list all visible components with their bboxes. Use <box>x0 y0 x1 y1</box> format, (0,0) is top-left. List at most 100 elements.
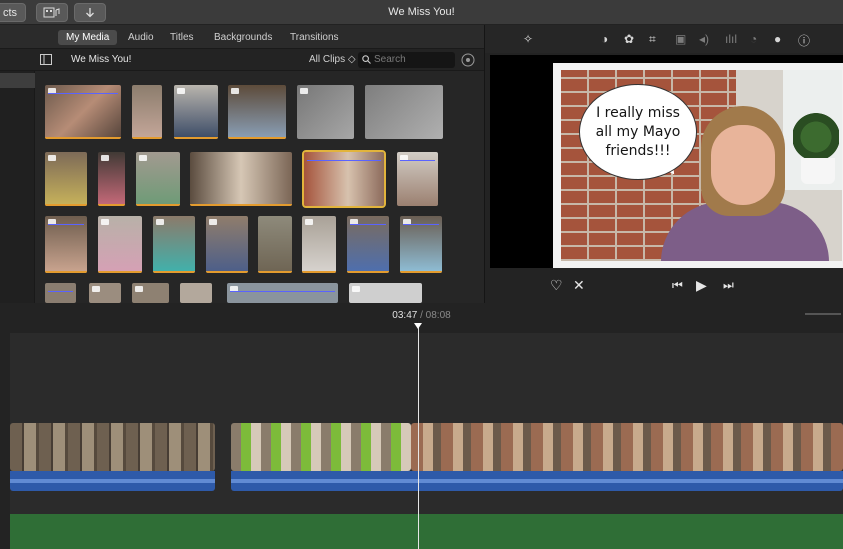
media-thumbnail[interactable] <box>227 283 338 303</box>
media-thumbnail[interactable] <box>228 85 286 139</box>
color-balance-icon[interactable]: ◑ <box>601 32 608 46</box>
speech-bubble: I really miss all my Mayo friends!!! <box>579 84 697 180</box>
clip-marker-line <box>48 291 73 292</box>
tab-titles[interactable]: Titles <box>162 30 202 45</box>
media-thumbnail[interactable] <box>349 283 422 303</box>
media-thumbnail[interactable] <box>400 216 442 273</box>
camera-icon <box>135 286 143 292</box>
media-thumbnail[interactable] <box>45 152 87 206</box>
clip-filter-dropdown[interactable]: All Clips ◇ <box>309 54 356 65</box>
used-clip-bar <box>45 137 121 139</box>
info-icon[interactable]: ⓘ <box>798 32 810 49</box>
preview-photo: I really miss all my Mayo friends!!! <box>561 70 842 261</box>
camera-icon <box>305 219 313 225</box>
media-thumbnail[interactable] <box>302 216 336 273</box>
play-icon[interactable]: ▶ <box>696 277 707 294</box>
reject-icon[interactable]: ✕ <box>573 277 585 294</box>
viewer-toolbar: ✧ ◑ ✿ ⌗ ▣ ◂) ılıl ◔ ● ⓘ <box>485 25 843 53</box>
media-thumbnail[interactable] <box>89 283 121 303</box>
clip-marker-line <box>48 93 118 94</box>
camera-icon <box>139 155 147 161</box>
camera-icon <box>231 88 239 94</box>
clip-marker-line <box>230 291 335 292</box>
library-selected-item[interactable] <box>0 73 35 88</box>
media-thumbnail[interactable] <box>258 216 292 273</box>
used-clip-bar <box>45 204 87 206</box>
browser-tabs: My Media Audio Titles Backgrounds Transi… <box>0 25 484 49</box>
search-input[interactable]: Search <box>358 52 455 68</box>
title-bar: cts We Miss You! <box>0 0 843 25</box>
used-clip-bar <box>190 204 292 206</box>
clip-marker-line <box>403 224 439 225</box>
camera-icon <box>101 219 109 225</box>
used-clip-bar <box>228 137 286 139</box>
tab-audio[interactable]: Audio <box>120 30 162 45</box>
media-thumbnail[interactable] <box>98 152 125 206</box>
media-thumbnail[interactable] <box>98 216 142 273</box>
crop-icon[interactable]: ⌗ <box>649 32 656 47</box>
heart-icon[interactable]: ♡ <box>550 277 563 294</box>
project-name: We Miss You! <box>71 54 132 65</box>
sidebar-toggle-icon[interactable] <box>40 54 52 65</box>
used-clip-bar <box>153 271 195 273</box>
playhead[interactable] <box>418 325 419 549</box>
video-clip[interactable] <box>10 423 215 471</box>
media-thumbnail[interactable] <box>45 283 76 303</box>
media-thumbnail[interactable] <box>190 152 292 206</box>
camera-icon <box>48 155 56 161</box>
media-thumbnail[interactable] <box>153 216 195 273</box>
used-clip-bar <box>347 271 389 273</box>
playhead-handle[interactable] <box>414 323 422 329</box>
media-thumbnail[interactable] <box>347 216 389 273</box>
volume-icon[interactable]: ◂) <box>699 32 709 46</box>
imovie-window: cts We Miss You! My Media Audio Titles B… <box>0 0 843 549</box>
video-preview: I really miss all my Mayo friends!!! <box>490 55 843 268</box>
stabilize-icon[interactable]: ▣ <box>675 32 686 46</box>
tab-transitions[interactable]: Transitions <box>282 30 347 45</box>
timecode: 03:47 / 08:08 <box>0 310 843 321</box>
media-thumbnail[interactable] <box>132 85 162 139</box>
media-thumbnail[interactable] <box>136 152 180 206</box>
media-thumbnail[interactable] <box>397 152 438 206</box>
used-clip-bar <box>98 271 142 273</box>
settings-circle-icon[interactable] <box>461 53 475 67</box>
magic-wand-icon[interactable]: ✧ <box>523 32 533 46</box>
browser-subbar: We Miss You! All Clips ◇ Search <box>0 49 484 71</box>
video-clip[interactable] <box>231 423 411 471</box>
media-thumbnail[interactable] <box>45 216 87 273</box>
skip-forward-icon[interactable]: ⏭ <box>723 278 734 293</box>
plant-image <box>793 112 839 162</box>
filter-icon[interactable]: ● <box>774 32 781 46</box>
media-thumbnail[interactable] <box>365 85 443 139</box>
media-thumbnail[interactable] <box>180 283 212 303</box>
video-clip[interactable] <box>411 423 843 471</box>
camera-icon <box>101 155 109 161</box>
skip-back-icon[interactable]: ⏮ <box>672 278 683 293</box>
camera-icon <box>92 286 100 292</box>
media-thumbnail[interactable] <box>297 85 354 139</box>
used-clip-bar <box>400 271 442 273</box>
equalizer-icon[interactable]: ılıl <box>725 32 737 46</box>
media-thumbnail[interactable] <box>174 85 218 139</box>
clip-audio[interactable] <box>231 471 843 491</box>
camera-icon <box>156 219 164 225</box>
media-browser: My Media Audio Titles Backgrounds Transi… <box>0 25 484 303</box>
media-thumbnail[interactable] <box>45 85 121 139</box>
palette-icon[interactable]: ✿ <box>624 32 634 46</box>
zoom-slider[interactable] <box>805 313 841 315</box>
tab-my-media[interactable]: My Media <box>58 30 118 45</box>
media-thumbnail[interactable] <box>206 216 248 273</box>
used-clip-bar <box>302 271 336 273</box>
background-music-track[interactable] <box>10 514 843 549</box>
clip-marker-line <box>48 224 84 225</box>
clip-audio[interactable] <box>10 471 215 491</box>
used-clip-bar <box>98 204 125 206</box>
camera-icon <box>209 219 217 225</box>
plant-pot <box>801 158 835 184</box>
tab-backgrounds[interactable]: Backgrounds <box>206 30 280 45</box>
speed-icon[interactable]: ◔ <box>750 32 757 46</box>
media-thumbnail[interactable] <box>132 283 169 303</box>
used-clip-bar <box>174 137 218 139</box>
media-thumbnail-selected[interactable] <box>302 150 386 208</box>
search-icon <box>362 55 371 64</box>
